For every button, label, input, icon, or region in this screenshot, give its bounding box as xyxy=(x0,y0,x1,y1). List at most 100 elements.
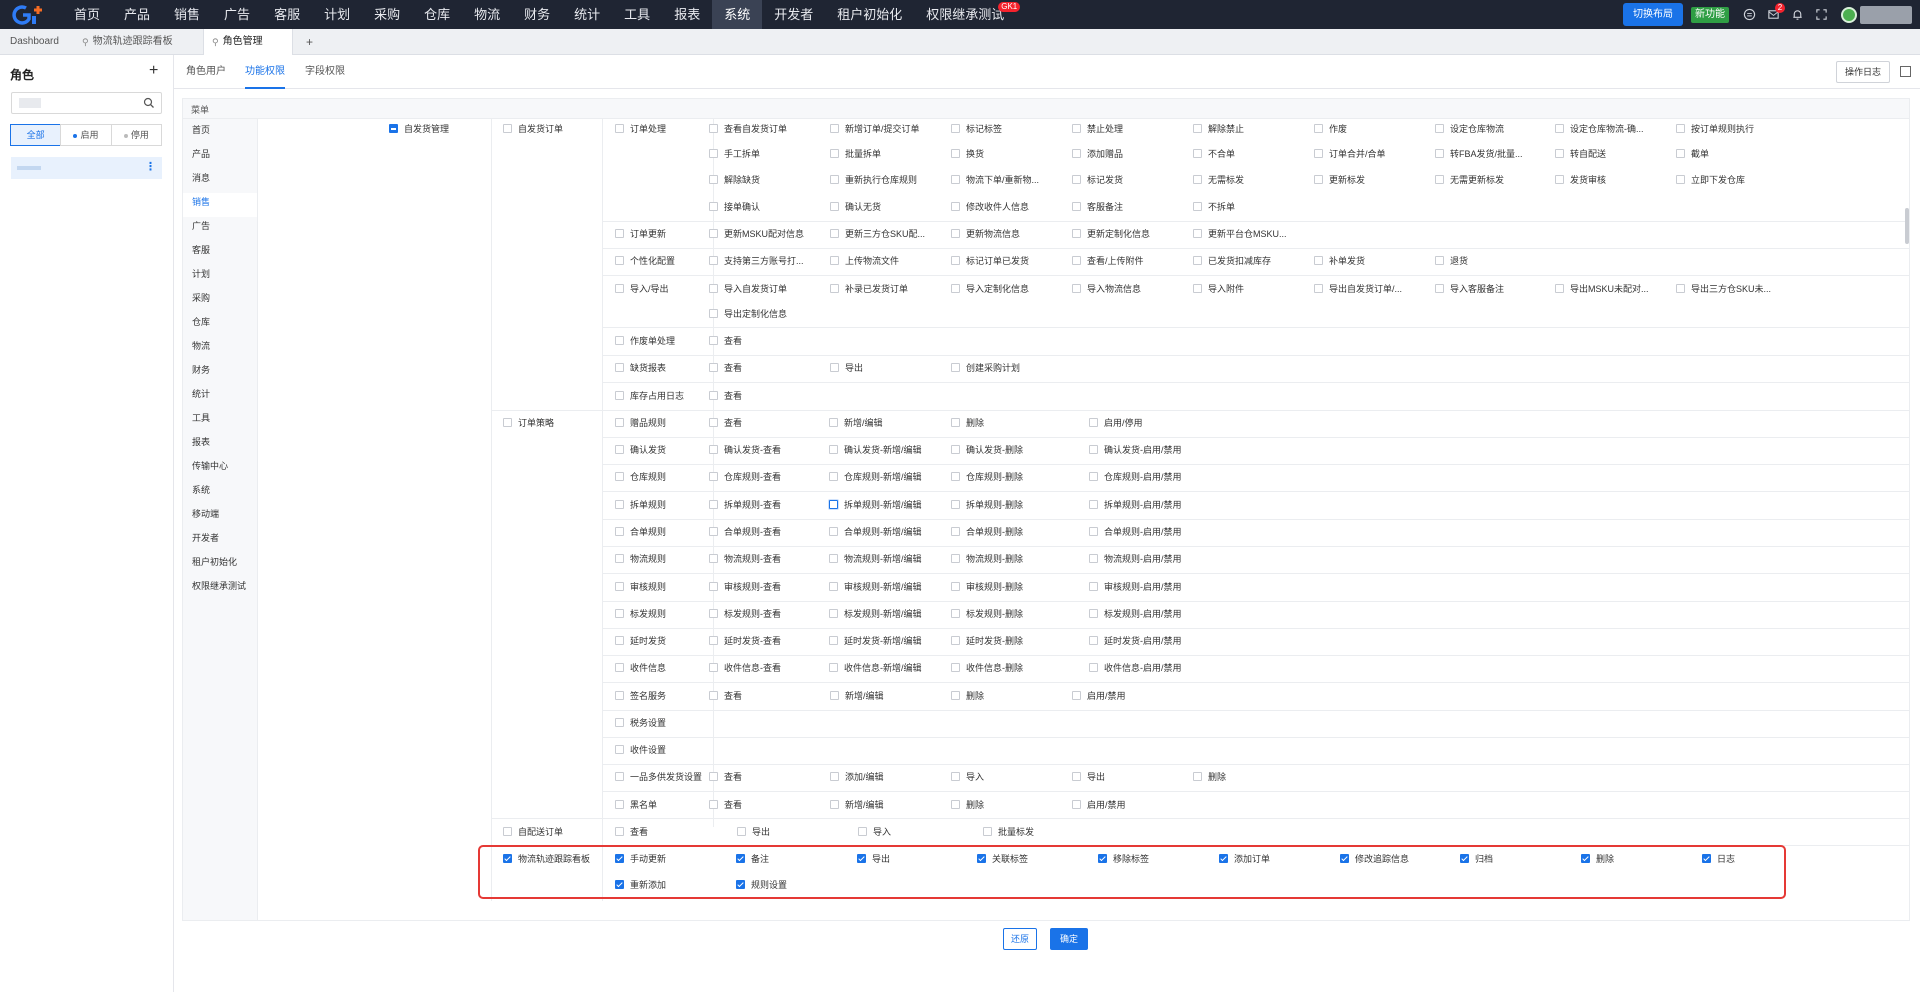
permission-checkbox[interactable]: 不拆单 xyxy=(1193,202,1235,213)
checkbox-box[interactable] xyxy=(615,124,624,133)
category-item[interactable]: 传输中心 xyxy=(192,459,228,472)
checkbox-box[interactable] xyxy=(951,202,960,211)
tab-field-permissions[interactable]: 字段权限 xyxy=(305,55,345,89)
row-checkbox[interactable]: 缺货报表 xyxy=(615,363,666,374)
panel-scrollbar[interactable] xyxy=(1905,208,1909,244)
row-checkbox[interactable]: 库存占用日志 xyxy=(615,391,684,402)
switch-layout-button[interactable]: 切换布局 xyxy=(1623,3,1683,26)
permission-checkbox[interactable]: 导入 xyxy=(858,827,891,838)
permission-checkbox[interactable]: 导入定制化信息 xyxy=(951,284,1029,295)
permission-checkbox[interactable]: 查看 xyxy=(709,772,742,783)
checkbox-box[interactable] xyxy=(951,229,960,238)
add-role-button[interactable]: + xyxy=(149,62,158,80)
checkbox-box[interactable] xyxy=(830,124,839,133)
help-icon[interactable] xyxy=(1742,8,1756,22)
row-checkbox[interactable]: 延时发货 xyxy=(615,636,666,647)
permission-checkbox[interactable]: 支持第三方账号打... xyxy=(709,256,804,267)
checkbox-box[interactable] xyxy=(615,363,624,372)
permission-checkbox[interactable]: 删除 xyxy=(951,418,984,429)
permission-checkbox[interactable]: 拆单规则-查看 xyxy=(709,500,781,511)
checkbox-box[interactable] xyxy=(615,772,624,781)
permission-checkbox[interactable]: 导入自发货订单 xyxy=(709,284,787,295)
permission-checkbox[interactable]: 导出MSKU未配对... xyxy=(1555,284,1649,295)
checkbox-box[interactable] xyxy=(709,309,718,318)
checkbox-box[interactable] xyxy=(1435,124,1444,133)
checkbox-box[interactable] xyxy=(858,827,867,836)
permission-checkbox[interactable]: 查看 xyxy=(709,336,742,347)
permission-checkbox[interactable]: 标发规则-删除 xyxy=(951,609,1023,620)
row-checkbox[interactable]: 一品多供发货设置 xyxy=(615,772,702,783)
checkbox-box[interactable] xyxy=(709,391,718,400)
checkbox-box[interactable] xyxy=(709,500,718,509)
checkbox-box[interactable] xyxy=(830,175,839,184)
checkbox-box[interactable] xyxy=(951,582,960,591)
checkbox-box[interactable] xyxy=(503,124,512,133)
permission-checkbox[interactable]: 接单确认 xyxy=(709,202,760,213)
permission-checkbox[interactable]: 收件信息-启用/禁用 xyxy=(1089,663,1182,674)
permission-checkbox[interactable]: 导出 xyxy=(1072,772,1105,783)
permission-checkbox[interactable]: 导出自发货订单/... xyxy=(1314,284,1402,295)
permission-checkbox[interactable]: 导入 xyxy=(951,772,984,783)
checkbox-box[interactable] xyxy=(709,554,718,563)
checkbox-box[interactable] xyxy=(951,527,960,536)
permission-checkbox[interactable]: 标发规则-启用/禁用 xyxy=(1089,609,1182,620)
checkbox-box[interactable] xyxy=(1072,772,1081,781)
checkbox-box[interactable] xyxy=(829,636,838,645)
checkbox-box[interactable] xyxy=(1676,124,1685,133)
checkbox-box[interactable] xyxy=(709,418,718,427)
more-options-icon[interactable]: ⋮ xyxy=(145,160,156,173)
permission-checkbox[interactable]: 无需更新标发 xyxy=(1435,175,1504,186)
checkbox-box[interactable] xyxy=(1089,418,1098,427)
checkbox-box[interactable] xyxy=(615,554,624,563)
checkbox-box[interactable] xyxy=(1676,149,1685,158)
tab-role-management[interactable]: ⚲ 角色管理 xyxy=(203,29,293,55)
checkbox-box[interactable] xyxy=(709,527,718,536)
checkbox-box[interactable] xyxy=(829,472,838,481)
checkbox-box[interactable] xyxy=(1089,472,1098,481)
checkbox-box[interactable] xyxy=(709,609,718,618)
nav-item[interactable]: 广告 xyxy=(212,0,262,29)
permission-checkbox[interactable]: 导出定制化信息 xyxy=(709,309,787,320)
permission-checkbox[interactable]: 已发货扣减库存 xyxy=(1193,256,1271,267)
permission-checkbox[interactable]: 物流下单/重新物... xyxy=(951,175,1039,186)
checkbox-box[interactable] xyxy=(709,445,718,454)
row-checkbox[interactable]: 订单更新 xyxy=(615,229,666,240)
nav-item[interactable]: 客服 xyxy=(262,0,312,29)
permission-checkbox[interactable]: 更新定制化信息 xyxy=(1072,229,1150,240)
checkbox-box[interactable] xyxy=(983,827,992,836)
row-checkbox[interactable]: 个性化配置 xyxy=(615,256,675,267)
permission-checkbox[interactable]: 拆单规则-启用/禁用 xyxy=(1089,500,1182,511)
checkbox-box[interactable] xyxy=(829,609,838,618)
checkbox-box[interactable] xyxy=(709,472,718,481)
category-item[interactable]: 财务 xyxy=(192,363,210,376)
permission-checkbox[interactable]: 仓库规则-查看 xyxy=(709,472,781,483)
permission-checkbox[interactable]: 按订单规则执行 xyxy=(1676,124,1754,135)
checkbox-box[interactable] xyxy=(951,124,960,133)
checkbox-box[interactable] xyxy=(829,554,838,563)
nav-item[interactable]: 租户初始化 xyxy=(825,0,914,29)
checkbox-box[interactable] xyxy=(1072,691,1081,700)
checkbox-box[interactable] xyxy=(1072,149,1081,158)
permission-checkbox[interactable]: 启用/禁用 xyxy=(1072,691,1126,702)
permission-checkbox[interactable]: 查看/上传附件 xyxy=(1072,256,1144,267)
checkbox-box[interactable] xyxy=(615,800,624,809)
checkbox-box[interactable] xyxy=(1193,772,1202,781)
category-item[interactable]: 客服 xyxy=(192,243,210,256)
permission-checkbox[interactable]: 转FBA发货/批量... xyxy=(1435,149,1523,160)
checkbox-box[interactable] xyxy=(709,256,718,265)
permission-checkbox[interactable]: 审核规则-启用/禁用 xyxy=(1089,582,1182,593)
level1-checkbox[interactable]: 自发货管理 xyxy=(389,124,449,135)
checkbox-box[interactable] xyxy=(615,636,624,645)
checkbox-box[interactable] xyxy=(1193,284,1202,293)
permission-checkbox[interactable]: 物流规则-启用/禁用 xyxy=(1089,554,1182,565)
checkbox-box[interactable] xyxy=(1089,554,1098,563)
group-checkbox[interactable]: 自发货订单 xyxy=(503,124,563,135)
permission-checkbox[interactable]: 延时发货-查看 xyxy=(709,636,781,647)
permission-checkbox[interactable]: 延时发货-删除 xyxy=(951,636,1023,647)
category-item[interactable]: 采购 xyxy=(192,291,210,304)
permission-checkbox[interactable]: 新增/编辑 xyxy=(829,418,883,429)
checkbox-box[interactable] xyxy=(829,500,838,509)
checkbox-box[interactable] xyxy=(615,284,624,293)
layout-toggle-icon[interactable] xyxy=(1900,66,1911,77)
tab-dashboard[interactable]: Dashboard xyxy=(2,29,67,55)
